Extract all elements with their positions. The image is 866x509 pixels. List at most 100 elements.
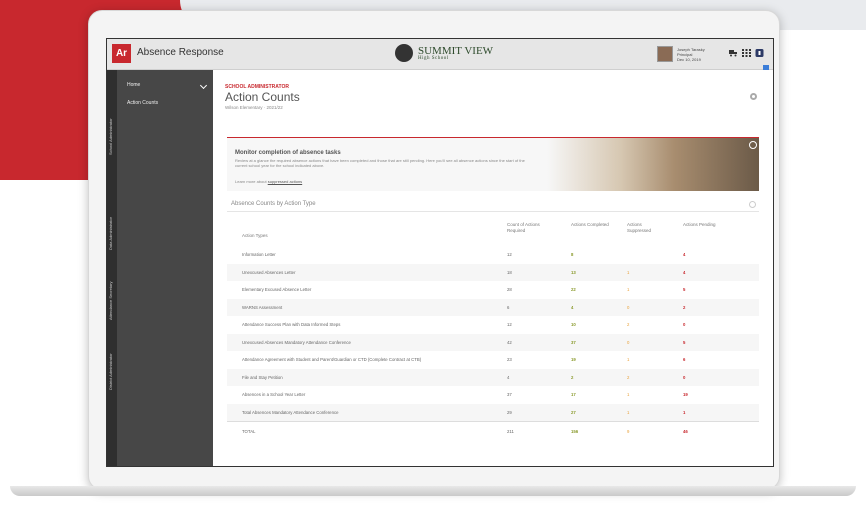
info-banner: Monitor completion of absence tasks Revi… [227, 137, 759, 191]
cell-suppressed: 0 [627, 304, 630, 310]
total-completed: 156 [571, 429, 579, 434]
cell-required: 4 [507, 374, 510, 380]
cell-completed: 4 [571, 304, 574, 310]
header-pending: Actions Pending [683, 222, 716, 227]
user-name: Joseph Tarasky [677, 46, 705, 52]
cell-type: Attendance Agreement with Student and Pa… [242, 357, 422, 362]
cell-suppressed: 2 [627, 322, 630, 327]
cell-type: WARNS Assessment [242, 304, 283, 310]
cell-type: Absences in a School Year Letter [242, 392, 306, 397]
cell-required: 12 [507, 252, 512, 257]
header-completed: Actions Completed [571, 222, 609, 227]
cell-required: 18 [507, 269, 512, 275]
cell-required: 28 [507, 287, 512, 292]
total-required: 211 [507, 429, 514, 434]
app-title: Absence Response [137, 47, 224, 58]
cell-required: 37 [507, 392, 512, 397]
table-row: Unexcused Absences Mandatory Attendance … [227, 333, 759, 351]
tab-school-administrator[interactable]: School Administrator [108, 80, 116, 155]
tab-district-administrator[interactable]: District Administrator [108, 320, 116, 390]
cell-pending: 0 [683, 322, 686, 327]
cell-required: 23 [507, 357, 512, 362]
app-logo[interactable]: Ar [112, 44, 131, 63]
table-row: File and Stay Petition 4 2 2 0 [227, 368, 759, 386]
school-name: SUMMIT VIEW [418, 44, 494, 57]
section-divider [227, 211, 759, 212]
table-row: Attendance Agreement with Student and Pa… [227, 351, 759, 369]
cell-suppressed: 1 [627, 269, 630, 275]
table-row: Attendance Success Plan with Data Inform… [227, 316, 759, 334]
table-row: Information Letter 12 8 4 [227, 246, 759, 264]
page-title: Action Counts [225, 90, 300, 104]
cell-suppressed: 1 [627, 287, 630, 292]
cell-pending: 5 [683, 339, 686, 345]
cell-suppressed: 1 [627, 392, 630, 397]
cell-completed: 2 [571, 374, 574, 380]
total-row: TOTAL 211 156 9 46 [227, 423, 759, 441]
total-suppressed: 9 [627, 429, 630, 434]
page-subtitle: Wilson Elementary · 2021/22 [225, 105, 283, 110]
help-icon[interactable] [755, 49, 764, 57]
cell-completed: 17 [571, 392, 576, 397]
avatar [657, 46, 673, 62]
table-row: Unexcused Absences Letter 18 13 1 4 [227, 263, 759, 281]
cell-pending: 1 [683, 409, 686, 415]
cell-pending: 5 [683, 287, 686, 292]
tab-attendance-secretary[interactable]: Attendance Secretary [108, 250, 116, 320]
main-content: SCHOOL ADMINISTRATOR Action Counts Wilso… [213, 70, 773, 466]
grid-menu-icon[interactable] [742, 49, 751, 57]
role-tabs: School Administrator Data Administrator … [107, 70, 117, 466]
header-action-types: Action Types [242, 233, 268, 238]
banner-link-prefix: Learn more about [235, 179, 267, 184]
banner-link-row: Learn more about suppressed actions [235, 179, 302, 184]
banner-text: Review at a glance the required absence … [235, 158, 525, 168]
cell-completed: 22 [571, 287, 576, 292]
cell-pending: 4 [683, 252, 686, 257]
app-screen: Ar Absence Response SUMMIT VIEW High Sch… [106, 38, 774, 467]
banner-title: Monitor completion of absence tasks [235, 150, 341, 156]
suppressed-actions-link[interactable]: suppressed actions [268, 179, 302, 184]
cell-suppressed: 2 [627, 374, 630, 380]
total-pending: 46 [683, 429, 688, 434]
sidebar-item-home[interactable]: Home [127, 82, 140, 88]
cell-completed: 27 [571, 409, 576, 415]
cell-pending: 19 [683, 392, 688, 397]
total-divider [227, 421, 759, 422]
cell-type: Total Absences Mandatory Attendance Conf… [242, 409, 339, 415]
cell-required: 29 [507, 409, 512, 415]
info-icon[interactable] [749, 201, 756, 208]
section-title: Absence Counts by Action Type [231, 201, 316, 207]
gear-icon[interactable] [750, 93, 757, 100]
laptop-base [10, 486, 856, 496]
cell-type: Unexcused Absences Letter [242, 269, 296, 275]
cell-type: Attendance Success Plan with Data Inform… [242, 322, 341, 327]
cell-type: Unexcused Absences Mandatory Attendance … [242, 339, 351, 345]
cell-pending: 2 [683, 304, 686, 310]
tab-data-administrator[interactable]: Data Administrator [108, 180, 116, 250]
cell-pending: 4 [683, 269, 686, 275]
user-date: Dec 10, 2019 [677, 56, 701, 62]
school-crest-icon [395, 44, 413, 62]
top-bar: Ar Absence Response SUMMIT VIEW High Sch… [107, 39, 773, 70]
table-row: Elementary Excused Absence Letter 28 22 1 5 [227, 281, 759, 299]
cell-type: File and Stay Petition [242, 374, 283, 380]
sidebar-item-action-counts[interactable]: Action Counts [127, 100, 158, 106]
classroom-image [547, 138, 759, 191]
table-row: Absences in a School Year Letter 37 17 1 19 [227, 386, 759, 404]
cell-suppressed: 1 [627, 409, 630, 415]
close-icon[interactable] [749, 141, 757, 149]
cell-suppressed: 0 [627, 339, 630, 345]
table-row: Total Absences Mandatory Attendance Conf… [227, 403, 759, 421]
cell-pending: 6 [683, 357, 686, 362]
cell-completed: 8 [571, 252, 574, 257]
truck-icon[interactable] [729, 49, 738, 57]
user-menu[interactable]: Joseph Tarasky Principal Dec 10, 2019 [657, 46, 705, 62]
school-brand: SUMMIT VIEW High School [395, 44, 493, 62]
cell-pending: 0 [683, 374, 686, 380]
cell-required: 6 [507, 304, 510, 310]
cell-required: 42 [507, 339, 512, 345]
cell-required: 12 [507, 322, 512, 327]
cell-completed: 37 [571, 339, 576, 345]
total-label: TOTAL [242, 429, 256, 434]
cell-completed: 13 [571, 269, 576, 275]
